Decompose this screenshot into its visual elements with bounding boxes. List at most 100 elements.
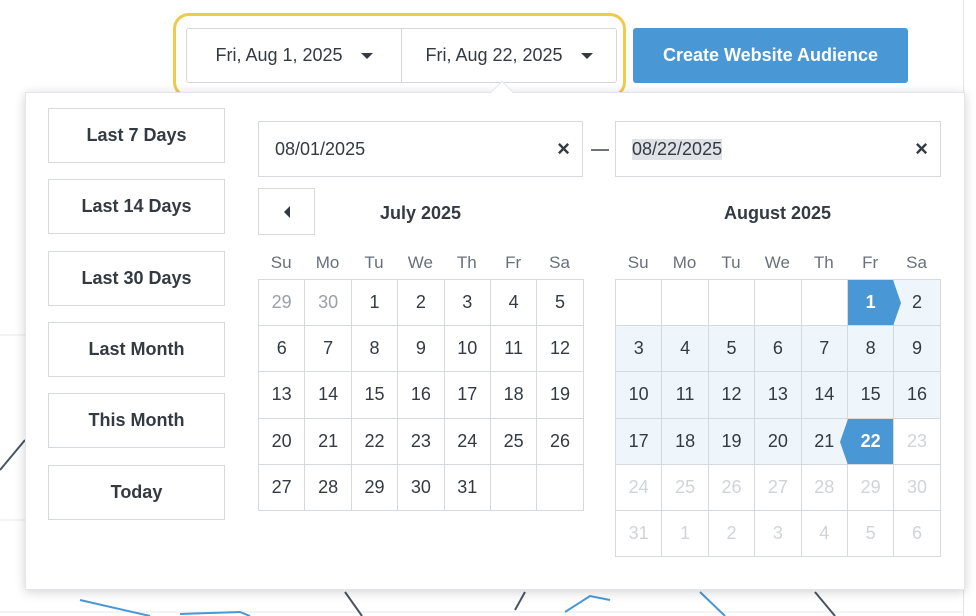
calendar-day: 5 — [847, 510, 895, 558]
calendar-day[interactable]: 10 — [616, 372, 663, 419]
preset-last-14-days[interactable]: Last 14 Days — [48, 179, 225, 234]
calendar-day[interactable]: 7 — [305, 326, 352, 373]
create-website-audience-button[interactable]: Create Website Audience — [633, 28, 908, 83]
calendar-day: 26 — [708, 464, 756, 511]
calendar-day[interactable]: 29 — [351, 464, 399, 511]
calendar-day[interactable]: 5 — [537, 280, 584, 327]
calendar-day[interactable]: 5 — [708, 326, 756, 373]
start-date-dropdown[interactable]: Fri, Aug 1, 2025 — [187, 29, 401, 82]
calendar-day[interactable]: 10 — [444, 326, 491, 373]
calendar-day[interactable]: 17 — [444, 372, 491, 419]
weekday-label: Th — [456, 253, 477, 272]
calendar-day[interactable]: 20 — [755, 418, 802, 465]
month-title-august: August 2025 — [723, 203, 832, 223]
empty-day-cell — [801, 280, 848, 327]
weekday-label: Tu — [721, 253, 741, 272]
date-range-selector[interactable]: Fri, Aug 1, 2025 Fri, Aug 22, 2025 — [186, 28, 617, 83]
empty-day-cell — [537, 464, 584, 511]
range-start-day[interactable]: 1 — [847, 280, 902, 327]
calendar-grid-july: 29 30 1 2 3 4 5 6 7 8 9 10 11 12 13 14 15 16 17 18 19 20 21 22 2… — [258, 279, 584, 511]
calendar-day[interactable]: 16 — [894, 372, 941, 419]
clear-start-date-icon[interactable]: × — [557, 138, 570, 160]
caret-down-icon — [580, 52, 593, 59]
calendar-day[interactable]: 16 — [398, 372, 445, 419]
calendar-day[interactable]: 3 — [444, 280, 491, 327]
calendar-day: 28 — [801, 464, 848, 511]
calendar-day: 29 — [847, 464, 895, 511]
clear-end-date-icon[interactable]: × — [915, 138, 928, 160]
calendar-day[interactable]: 6 — [755, 326, 802, 373]
calendar-day[interactable]: 2 — [398, 280, 445, 327]
calendar-day[interactable]: 25 — [490, 418, 538, 465]
preset-today[interactable]: Today — [48, 465, 225, 520]
calendar-day[interactable]: 14 — [305, 372, 352, 419]
empty-day-cell — [708, 280, 756, 327]
calendar-day[interactable]: 12 — [708, 372, 756, 419]
preset-last-7-days[interactable]: Last 7 Days — [48, 108, 225, 163]
calendar-day[interactable]: 28 — [305, 464, 352, 511]
calendar-day: 25 — [662, 464, 709, 511]
calendar-day: 6 — [894, 510, 941, 558]
calendar-day[interactable]: 27 — [259, 464, 306, 511]
calendar-day[interactable]: 18 — [662, 418, 709, 465]
calendar-day: 1 — [662, 510, 709, 558]
calendar-day[interactable]: 6 — [259, 326, 306, 373]
calendar-day: 23 — [894, 418, 941, 465]
empty-day-cell — [616, 280, 663, 327]
weekday-label: We — [407, 253, 433, 272]
start-date-label: Fri, Aug 1, 2025 — [215, 45, 343, 65]
calendar-day[interactable]: 8 — [351, 326, 399, 373]
calendar-day[interactable]: 30 — [398, 464, 445, 511]
range-separator — [591, 149, 609, 151]
calendar-day[interactable]: 9 — [398, 326, 445, 373]
calendar-day[interactable]: 11 — [490, 326, 538, 373]
calendar-day[interactable]: 4 — [490, 280, 538, 327]
calendar-day[interactable]: 17 — [616, 418, 663, 465]
calendar-day[interactable]: 31 — [444, 464, 491, 511]
calendar-day[interactable]: 9 — [894, 326, 941, 373]
calendar-day[interactable]: 18 — [490, 372, 538, 419]
calendar-day[interactable]: 15 — [351, 372, 399, 419]
start-date-input[interactable]: 08/01/2025 × — [258, 121, 583, 177]
calendar-day[interactable]: 13 — [259, 372, 306, 419]
preset-last-30-days[interactable]: Last 30 Days — [48, 251, 225, 306]
calendar-day[interactable]: 1 — [351, 280, 399, 327]
calendar-day[interactable]: 19 — [537, 372, 584, 419]
weekday-label: We — [764, 253, 790, 272]
caret-down-icon — [360, 52, 373, 59]
calendar-day: 31 — [616, 510, 663, 558]
calendar-day[interactable]: 3 — [616, 326, 663, 373]
calendar-day[interactable]: 21 — [305, 418, 352, 465]
preset-this-month[interactable]: This Month — [48, 393, 225, 448]
calendar-day[interactable]: 26 — [537, 418, 584, 465]
end-date-input[interactable]: 08/22/2025 × — [615, 121, 941, 177]
calendar-day[interactable]: 4 — [662, 326, 709, 373]
month-title-july: July 2025 — [379, 203, 462, 223]
weekday-label: Su — [270, 253, 292, 272]
calendar-day[interactable]: 14 — [801, 372, 848, 419]
empty-day-cell — [662, 280, 709, 327]
weekday-label: Mo — [672, 253, 697, 272]
weekday-label: Tu — [364, 253, 384, 272]
calendar-day[interactable]: 22 — [351, 418, 399, 465]
calendar-day[interactable]: 15 — [847, 372, 895, 419]
range-end-day[interactable]: 22 — [839, 418, 895, 465]
end-date-dropdown[interactable]: Fri, Aug 22, 2025 — [401, 29, 616, 82]
calendar-day[interactable]: 19 — [708, 418, 756, 465]
calendar-day[interactable]: 20 — [259, 418, 306, 465]
preset-last-month[interactable]: Last Month — [48, 322, 225, 377]
calendar-day[interactable]: 13 — [755, 372, 802, 419]
calendar-day[interactable]: 12 — [537, 326, 584, 373]
calendar-day[interactable]: 24 — [444, 418, 491, 465]
weekday-label: Su — [627, 253, 649, 272]
calendar-day[interactable]: 8 — [847, 326, 895, 373]
calendar-day[interactable]: 29 — [259, 280, 306, 327]
start-date-value: 08/01/2025 — [275, 138, 366, 159]
calendar-day[interactable]: 7 — [801, 326, 848, 373]
calendar-day[interactable]: 30 — [305, 280, 352, 327]
weekday-header-august: Su Mo Tu We Th Fr Sa — [615, 253, 940, 273]
calendar-day[interactable]: 11 — [662, 372, 709, 419]
calendar-day: 30 — [894, 464, 941, 511]
calendar-grid-august: 1 2 3 4 5 6 7 8 9 10 11 12 13 14 15 16 17 18 19 20 21 22 23 24 2… — [615, 279, 941, 558]
calendar-day[interactable]: 23 — [398, 418, 445, 465]
